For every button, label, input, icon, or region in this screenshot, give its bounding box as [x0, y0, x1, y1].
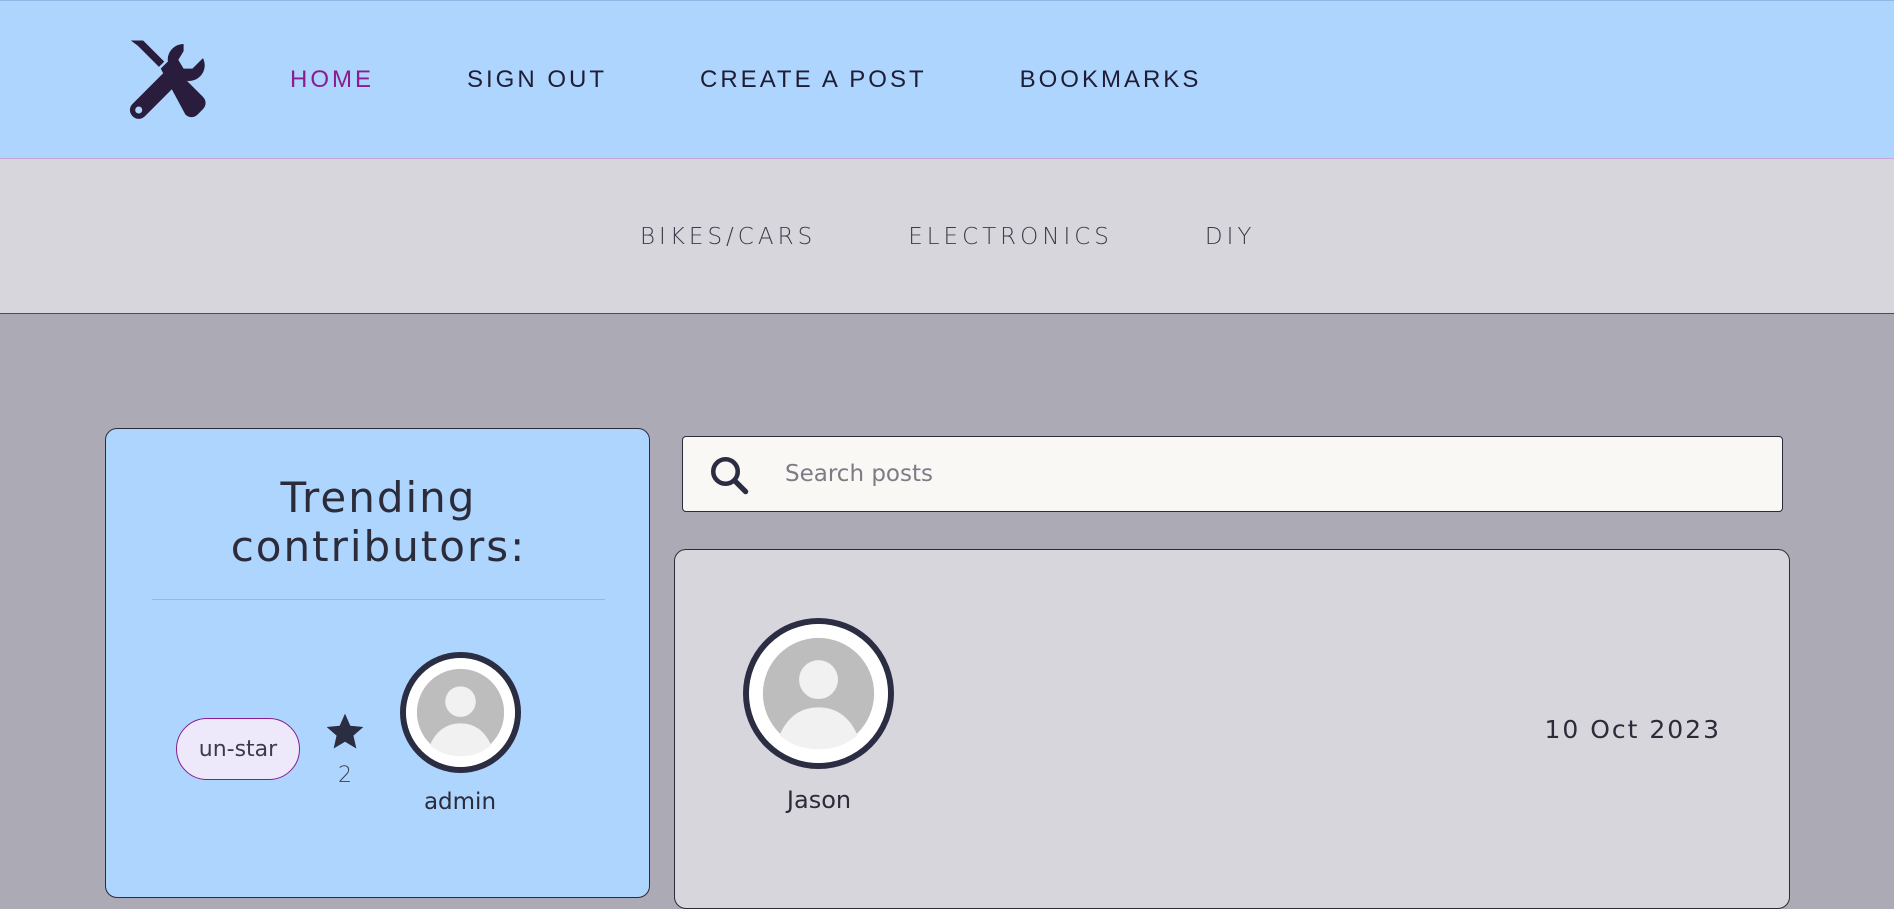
nav-sign-out-link[interactable]: SIGN OUT — [467, 66, 607, 94]
search-bar — [682, 436, 1783, 512]
search-icon[interactable] — [708, 454, 750, 496]
nav-create-post-link[interactable]: CREATE A POST — [700, 66, 927, 94]
default-user-icon — [406, 658, 515, 767]
default-user-icon — [749, 624, 888, 763]
trending-contributors-card: Trending contributors: un-star 2 admin — [105, 428, 650, 898]
post-date: 10 Oct 2023 — [1544, 715, 1721, 744]
category-bar: BIKES/CARS ELECTRONICS DIY — [0, 159, 1894, 314]
unstar-button[interactable]: un-star — [176, 718, 300, 780]
search-input[interactable] — [783, 437, 1763, 511]
post-author[interactable]: Jason — [719, 786, 919, 814]
star-count: 2 — [338, 763, 352, 788]
star-icon — [323, 710, 367, 754]
trending-title: Trending contributors: — [106, 473, 651, 571]
trending-title-text: Trending contributors: — [230, 473, 527, 571]
avatar[interactable] — [743, 618, 894, 769]
nav-home-link[interactable]: HOME — [290, 66, 374, 94]
category-electronics[interactable]: ELECTRONICS — [908, 224, 1113, 250]
divider — [152, 599, 605, 600]
main-nav: HOME SIGN OUT CREATE A POST BOOKMARKS — [290, 1, 1294, 158]
tools-icon[interactable] — [120, 37, 212, 125]
nav-bookmarks-link[interactable]: BOOKMARKS — [1020, 66, 1202, 94]
post-card[interactable]: Jason 10 Oct 2023 — [674, 549, 1790, 909]
category-bikes-cars[interactable]: BIKES/CARS — [640, 224, 816, 250]
top-navbar: HOME SIGN OUT CREATE A POST BOOKMARKS — [0, 0, 1894, 159]
category-diy[interactable]: DIY — [1205, 224, 1256, 250]
contributor-name[interactable]: admin — [360, 789, 560, 815]
avatar[interactable] — [400, 652, 521, 773]
